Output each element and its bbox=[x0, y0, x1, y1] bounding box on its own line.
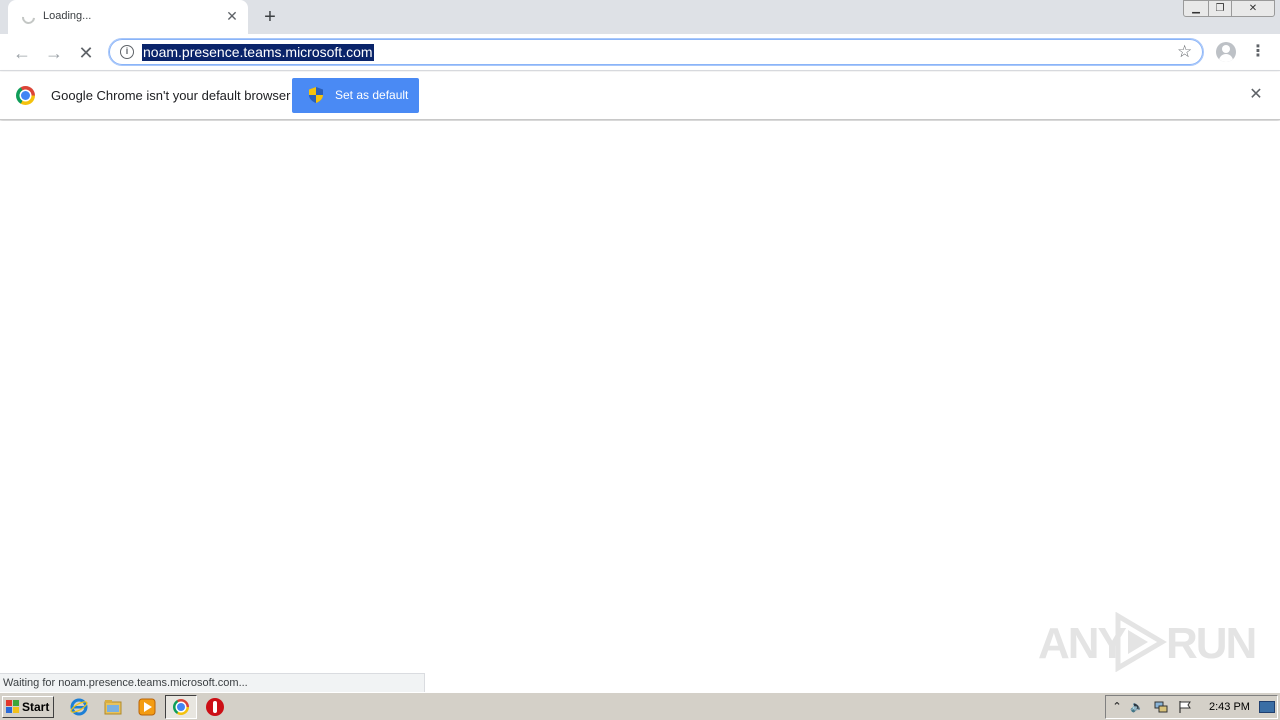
start-label: Start bbox=[22, 700, 50, 714]
window-close-button[interactable]: ✕ bbox=[1231, 0, 1275, 17]
page-content bbox=[0, 121, 1280, 692]
folder-icon[interactable] bbox=[104, 698, 122, 716]
loading-spinner-icon bbox=[19, 8, 38, 27]
tray-expand-icon[interactable]: ⌃ bbox=[1110, 700, 1124, 714]
set-as-default-button[interactable]: Set as default bbox=[292, 78, 419, 113]
start-button[interactable]: Start bbox=[2, 696, 54, 718]
chrome-logo-icon bbox=[173, 699, 189, 715]
taskbar-chrome-button[interactable] bbox=[165, 695, 197, 719]
uac-shield-icon bbox=[309, 87, 323, 103]
internet-explorer-icon[interactable] bbox=[70, 698, 88, 716]
url-text-selected[interactable]: noam.presence.teams.microsoft.com bbox=[142, 44, 374, 61]
network-icon[interactable] bbox=[1154, 700, 1168, 714]
opera-icon[interactable] bbox=[206, 698, 224, 716]
stop-loading-button[interactable]: ✕ bbox=[72, 39, 100, 67]
windows-logo-icon bbox=[6, 700, 19, 713]
browser-toolbar: ← → ✕ i noam.presence.teams.microsoft.co… bbox=[0, 34, 1280, 71]
address-bar[interactable]: i noam.presence.teams.microsoft.com ☆ bbox=[108, 38, 1204, 66]
info-icon[interactable]: i bbox=[120, 45, 134, 59]
tab-active[interactable]: Loading... ✕ bbox=[8, 0, 248, 34]
system-tray: ⌃ 🔈 2:43 PM bbox=[1105, 695, 1278, 719]
chrome-logo-icon bbox=[16, 86, 35, 105]
default-browser-infobar: Google Chrome isn't your default browser… bbox=[0, 72, 1280, 120]
back-button[interactable]: ← bbox=[8, 39, 36, 67]
infobar-message: Google Chrome isn't your default browser bbox=[51, 88, 291, 103]
watermark-right-text: RUN bbox=[1166, 619, 1257, 668]
forward-button[interactable]: → bbox=[40, 39, 68, 67]
tab-close-icon[interactable]: ✕ bbox=[224, 8, 240, 24]
profile-avatar-icon[interactable] bbox=[1216, 42, 1236, 62]
windows-taskbar: Start ⌃ 🔈 2:43 PM bbox=[0, 692, 1280, 720]
taskbar-clock[interactable]: 2:43 PM bbox=[1209, 701, 1250, 713]
kebab-menu-icon[interactable]: ⋮ bbox=[1250, 42, 1266, 62]
anyrun-watermark: ANY RUN bbox=[1038, 612, 1257, 672]
tab-strip: Loading... ✕ + ▁ ❐ ✕ bbox=[0, 0, 1280, 34]
new-tab-button[interactable]: + bbox=[258, 5, 282, 29]
media-player-icon[interactable] bbox=[138, 698, 156, 716]
infobar-close-icon[interactable]: ✕ bbox=[1247, 86, 1265, 104]
set-as-default-label: Set as default bbox=[335, 88, 409, 102]
flag-icon[interactable] bbox=[1178, 700, 1192, 714]
tab-title: Loading... bbox=[43, 10, 92, 22]
window-minimize-button[interactable]: ▁ bbox=[1183, 0, 1209, 17]
status-bubble: Waiting for noam.presence.teams.microsof… bbox=[0, 673, 425, 692]
speaker-icon[interactable]: 🔈 bbox=[1130, 700, 1144, 714]
show-desktop-icon[interactable] bbox=[1259, 701, 1275, 713]
bookmark-star-icon[interactable]: ☆ bbox=[1177, 42, 1192, 62]
window-maximize-button[interactable]: ❐ bbox=[1208, 0, 1232, 17]
watermark-play-icon bbox=[1115, 612, 1167, 672]
